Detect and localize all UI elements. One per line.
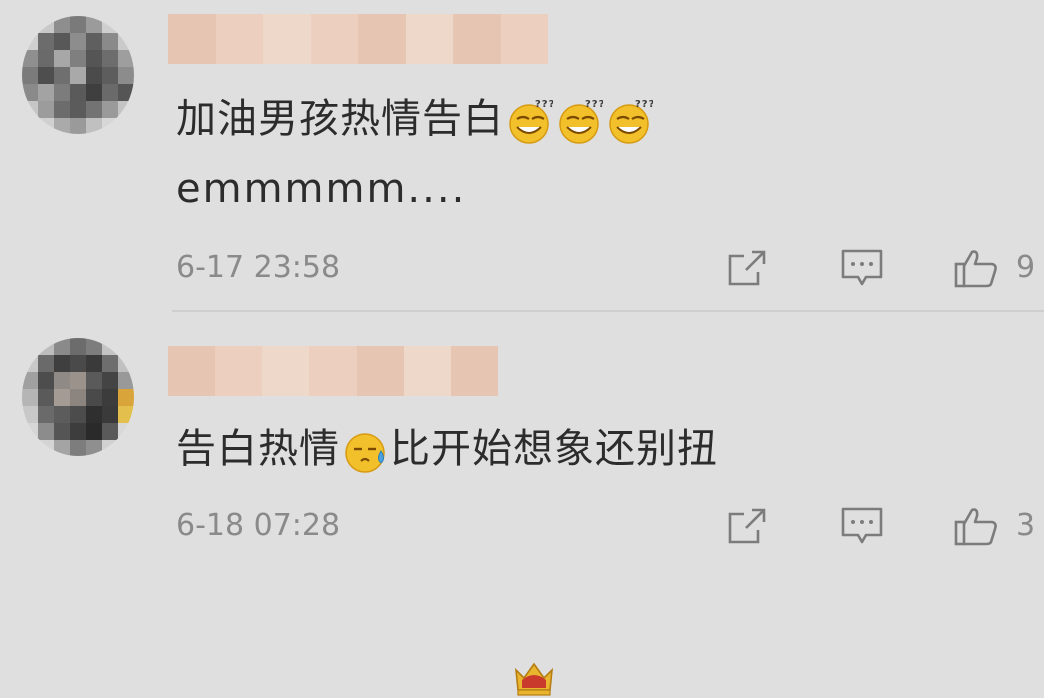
reply-button[interactable]	[838, 246, 886, 290]
like-button[interactable]	[952, 504, 1000, 548]
comment-text: 加油男孩热情告白?????????	[176, 92, 654, 146]
comment-icon	[841, 249, 883, 286]
confused-grin-emoji-icon: ???	[509, 99, 553, 144]
reply-button[interactable]	[838, 504, 886, 548]
username-blurred[interactable]	[168, 346, 498, 396]
confused-grin-emoji-icon: ???	[559, 99, 603, 144]
pixelated-avatar-image	[22, 338, 134, 456]
username-blurred[interactable]	[168, 14, 548, 64]
share-button[interactable]	[724, 504, 772, 548]
confused-grin-emoji-icon: ???	[609, 99, 653, 144]
crown-icon	[514, 662, 554, 696]
thumbs-up-icon	[954, 250, 997, 288]
svg-text:???: ???	[585, 99, 603, 110]
thumbs-up-icon	[954, 508, 997, 546]
timestamp: 6-18 07:28	[176, 508, 341, 543]
sweat-emoji-icon	[345, 433, 385, 473]
like-count: 9	[1016, 250, 1036, 285]
share-icon	[728, 508, 766, 544]
svg-text:???: ???	[535, 99, 553, 110]
share-button[interactable]	[724, 246, 772, 290]
like-button[interactable]	[952, 246, 1000, 290]
comment-text: 告白热情 比开始想象还别扭	[176, 422, 718, 476]
pixelated-avatar-image	[22, 16, 134, 134]
comment-text-part: 告白热情	[176, 426, 340, 472]
timestamp: 6-17 23:58	[176, 250, 341, 285]
like-count: 3	[1016, 508, 1036, 543]
comment-item: 加油男孩热情告白????????? emmmmm.... 6-17 23:58 …	[0, 0, 1044, 310]
comment-item: 告白热情 比开始想象还别扭 6-18 07:28 3	[0, 312, 1044, 696]
comment-icon	[841, 507, 883, 544]
svg-text:???: ???	[635, 99, 653, 110]
avatar[interactable]	[22, 16, 134, 134]
comment-text-line-2: emmmmm....	[176, 166, 467, 212]
comment-text-line: 加油男孩热情告白	[176, 96, 504, 142]
share-icon	[728, 250, 766, 286]
avatar[interactable]	[22, 338, 134, 456]
comment-text-part: 比开始想象还别扭	[390, 426, 718, 472]
